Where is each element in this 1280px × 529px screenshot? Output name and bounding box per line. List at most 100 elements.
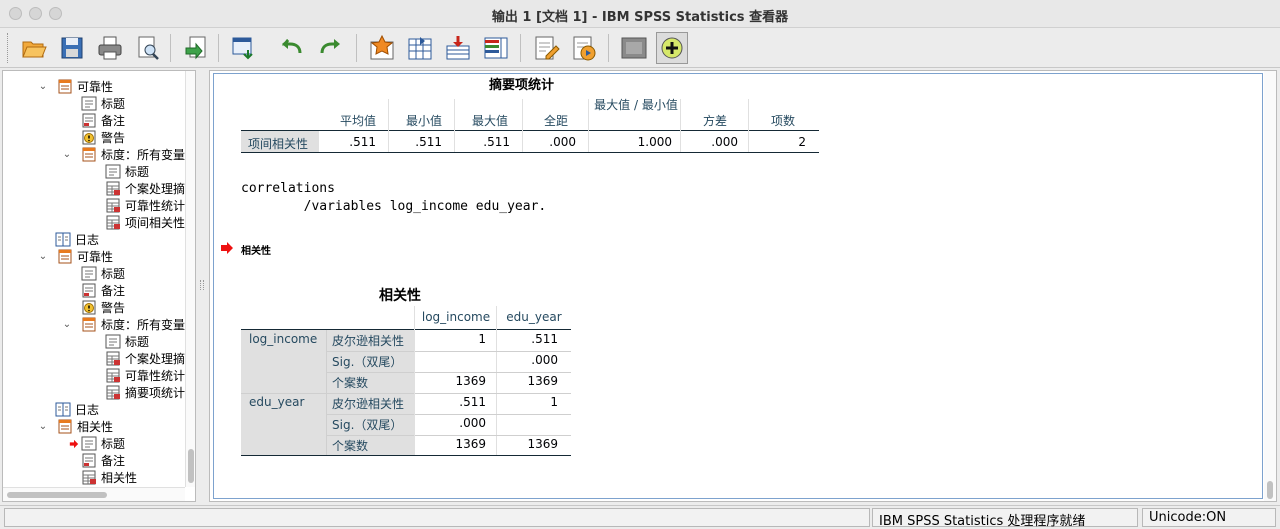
edit-button[interactable] bbox=[530, 32, 562, 64]
print-preview-button[interactable] bbox=[132, 32, 164, 64]
syntax-log-line[interactable]: correlations bbox=[241, 181, 335, 196]
current-item-arrow-icon bbox=[220, 240, 234, 254]
corr-variable-label: edu_year bbox=[249, 395, 305, 409]
outline-item-label: 标题 bbox=[125, 165, 150, 179]
warning-icon bbox=[81, 300, 97, 315]
outline-item[interactable]: 日志 bbox=[55, 231, 99, 248]
outline-item[interactable]: 标题 bbox=[105, 163, 149, 180]
corr-value-cell: 1369 bbox=[455, 437, 486, 451]
redo-icon bbox=[320, 39, 340, 54]
summary-value-cell: 1.000 bbox=[637, 135, 672, 149]
outline-item-label: 标度：所有变量 bbox=[101, 148, 185, 162]
outline-item[interactable]: ⌄ 标度：所有变量 bbox=[61, 146, 185, 163]
hide-button[interactable] bbox=[618, 32, 650, 64]
print-button[interactable] bbox=[94, 32, 126, 64]
summary-table-rule bbox=[241, 130, 819, 131]
outline-item[interactable]: ⌄ 相关性 bbox=[37, 418, 113, 435]
outline-item[interactable]: ⌄ 可靠性 bbox=[37, 248, 113, 265]
outline-horizontal-scrollbar[interactable] bbox=[3, 487, 185, 501]
outline-item[interactable]: 备注 bbox=[81, 282, 125, 299]
outline-item-label: 标度：所有变量 bbox=[101, 318, 185, 332]
outline-item[interactable]: 项间相关性 bbox=[105, 214, 185, 231]
outline-item-label: 备注 bbox=[101, 284, 126, 298]
corr-statistic-label: 皮尔逊相关性 bbox=[332, 397, 405, 411]
syntax-log-line[interactable]: /variables log_income edu_year. bbox=[241, 199, 547, 214]
corr-value-cell: 1 bbox=[550, 395, 558, 409]
corr-statistic-label: Sig.（双尾） bbox=[332, 418, 403, 432]
corr-statistic-label: 个案数 bbox=[332, 376, 369, 390]
redo-button[interactable] bbox=[314, 32, 346, 64]
undo-button[interactable] bbox=[276, 32, 308, 64]
outline-item[interactable]: 可靠性统计 bbox=[105, 197, 185, 214]
summary-table-title[interactable]: 摘要项统计 bbox=[489, 74, 554, 93]
corr-row-divider bbox=[326, 351, 571, 352]
title-bar: 输出 1 [文档 1] - IBM SPSS Statistics 查看器 bbox=[0, 0, 1280, 28]
save-button[interactable] bbox=[56, 32, 88, 64]
insert-cases-button[interactable] bbox=[442, 32, 474, 64]
corr-value-cell: 1369 bbox=[455, 374, 486, 388]
designate-window-button[interactable] bbox=[568, 32, 600, 64]
procedure-icon bbox=[57, 79, 73, 94]
summary-header-cell: 最大值 bbox=[471, 114, 508, 128]
expand-chevron-icon[interactable]: ⌄ bbox=[61, 149, 73, 160]
pane-splitter[interactable] bbox=[197, 70, 207, 502]
outline-item[interactable]: ⌄ 标度：所有变量 bbox=[61, 316, 185, 333]
outline-item-label: 个案处理摘 bbox=[125, 352, 185, 366]
outline-item[interactable]: 摘要项统计 bbox=[105, 384, 185, 401]
outline-item[interactable]: 相关性 bbox=[81, 469, 137, 486]
toolbar-grip[interactable] bbox=[7, 33, 10, 63]
processor-status: IBM SPSS Statistics 处理程序就绪 bbox=[872, 508, 1138, 529]
status-message-area bbox=[4, 508, 870, 527]
outline-scroll-thumb[interactable] bbox=[188, 449, 194, 483]
correlations-table-title[interactable]: 相关性 bbox=[379, 285, 421, 305]
outline-item-label: 项间相关性 bbox=[125, 216, 185, 230]
summary-value-cell: .000 bbox=[549, 135, 576, 149]
warning-icon bbox=[81, 130, 97, 145]
recall-dialog-button[interactable] bbox=[228, 32, 260, 64]
expand-chevron-icon[interactable]: ⌄ bbox=[61, 319, 73, 330]
goto-variable-button[interactable] bbox=[404, 32, 436, 64]
hide-icon bbox=[621, 37, 647, 59]
outline-item[interactable]: 标题 bbox=[105, 333, 149, 350]
procedure-icon bbox=[57, 249, 73, 264]
expand-chevron-icon[interactable]: ⌄ bbox=[37, 421, 49, 432]
expand-chevron-icon[interactable]: ⌄ bbox=[37, 81, 49, 92]
designate-window-icon bbox=[573, 36, 596, 61]
outline-item[interactable]: 可靠性统计 bbox=[105, 367, 185, 384]
corr-col-divider bbox=[414, 306, 415, 330]
procedure-icon bbox=[81, 317, 97, 332]
splitter-grip[interactable] bbox=[200, 280, 204, 290]
corr-statistic-label: 个案数 bbox=[332, 439, 369, 453]
open-button[interactable] bbox=[18, 32, 50, 64]
outline-item[interactable]: 备注 bbox=[81, 452, 125, 469]
toolbar-separator bbox=[520, 34, 521, 62]
outline-item[interactable]: ⌄ 可靠性 bbox=[37, 78, 113, 95]
title-icon bbox=[105, 334, 121, 349]
corr-col-divider bbox=[414, 330, 415, 456]
export-button[interactable] bbox=[180, 32, 212, 64]
outline-vertical-scrollbar[interactable] bbox=[185, 71, 195, 487]
outline-item[interactable]: 日志 bbox=[55, 401, 99, 418]
outline-item[interactable]: 警告 bbox=[81, 299, 125, 316]
outline-item[interactable]: 备注 bbox=[81, 112, 125, 129]
corr-header-cell: log_income bbox=[421, 310, 491, 324]
contents-vertical-scrollbar[interactable] bbox=[1264, 71, 1276, 501]
outline-item[interactable]: 警告 bbox=[81, 129, 125, 146]
show-button[interactable] bbox=[656, 32, 688, 64]
expand-chevron-icon[interactable]: ⌄ bbox=[37, 251, 49, 262]
section-heading[interactable]: 相关性 bbox=[241, 242, 271, 257]
outline-item[interactable]: 个案处理摘 bbox=[105, 180, 185, 197]
outline-hscroll-thumb[interactable] bbox=[7, 492, 107, 498]
outline-item[interactable]: 标题 bbox=[81, 95, 125, 112]
corr-value-cell: 1369 bbox=[527, 374, 558, 388]
corr-row-divider bbox=[241, 393, 571, 394]
current-item-arrow-icon bbox=[69, 439, 81, 449]
table-icon bbox=[105, 368, 121, 383]
variables-button[interactable] bbox=[480, 32, 512, 64]
outline-item[interactable]: 个案处理摘 bbox=[105, 350, 185, 367]
notes-icon bbox=[81, 113, 97, 128]
contents-scroll-thumb[interactable] bbox=[1267, 481, 1273, 499]
goto-case-button[interactable] bbox=[366, 32, 398, 64]
outline-item[interactable]: 标题 bbox=[81, 265, 125, 282]
outline-item[interactable]: 标题 bbox=[69, 435, 125, 452]
